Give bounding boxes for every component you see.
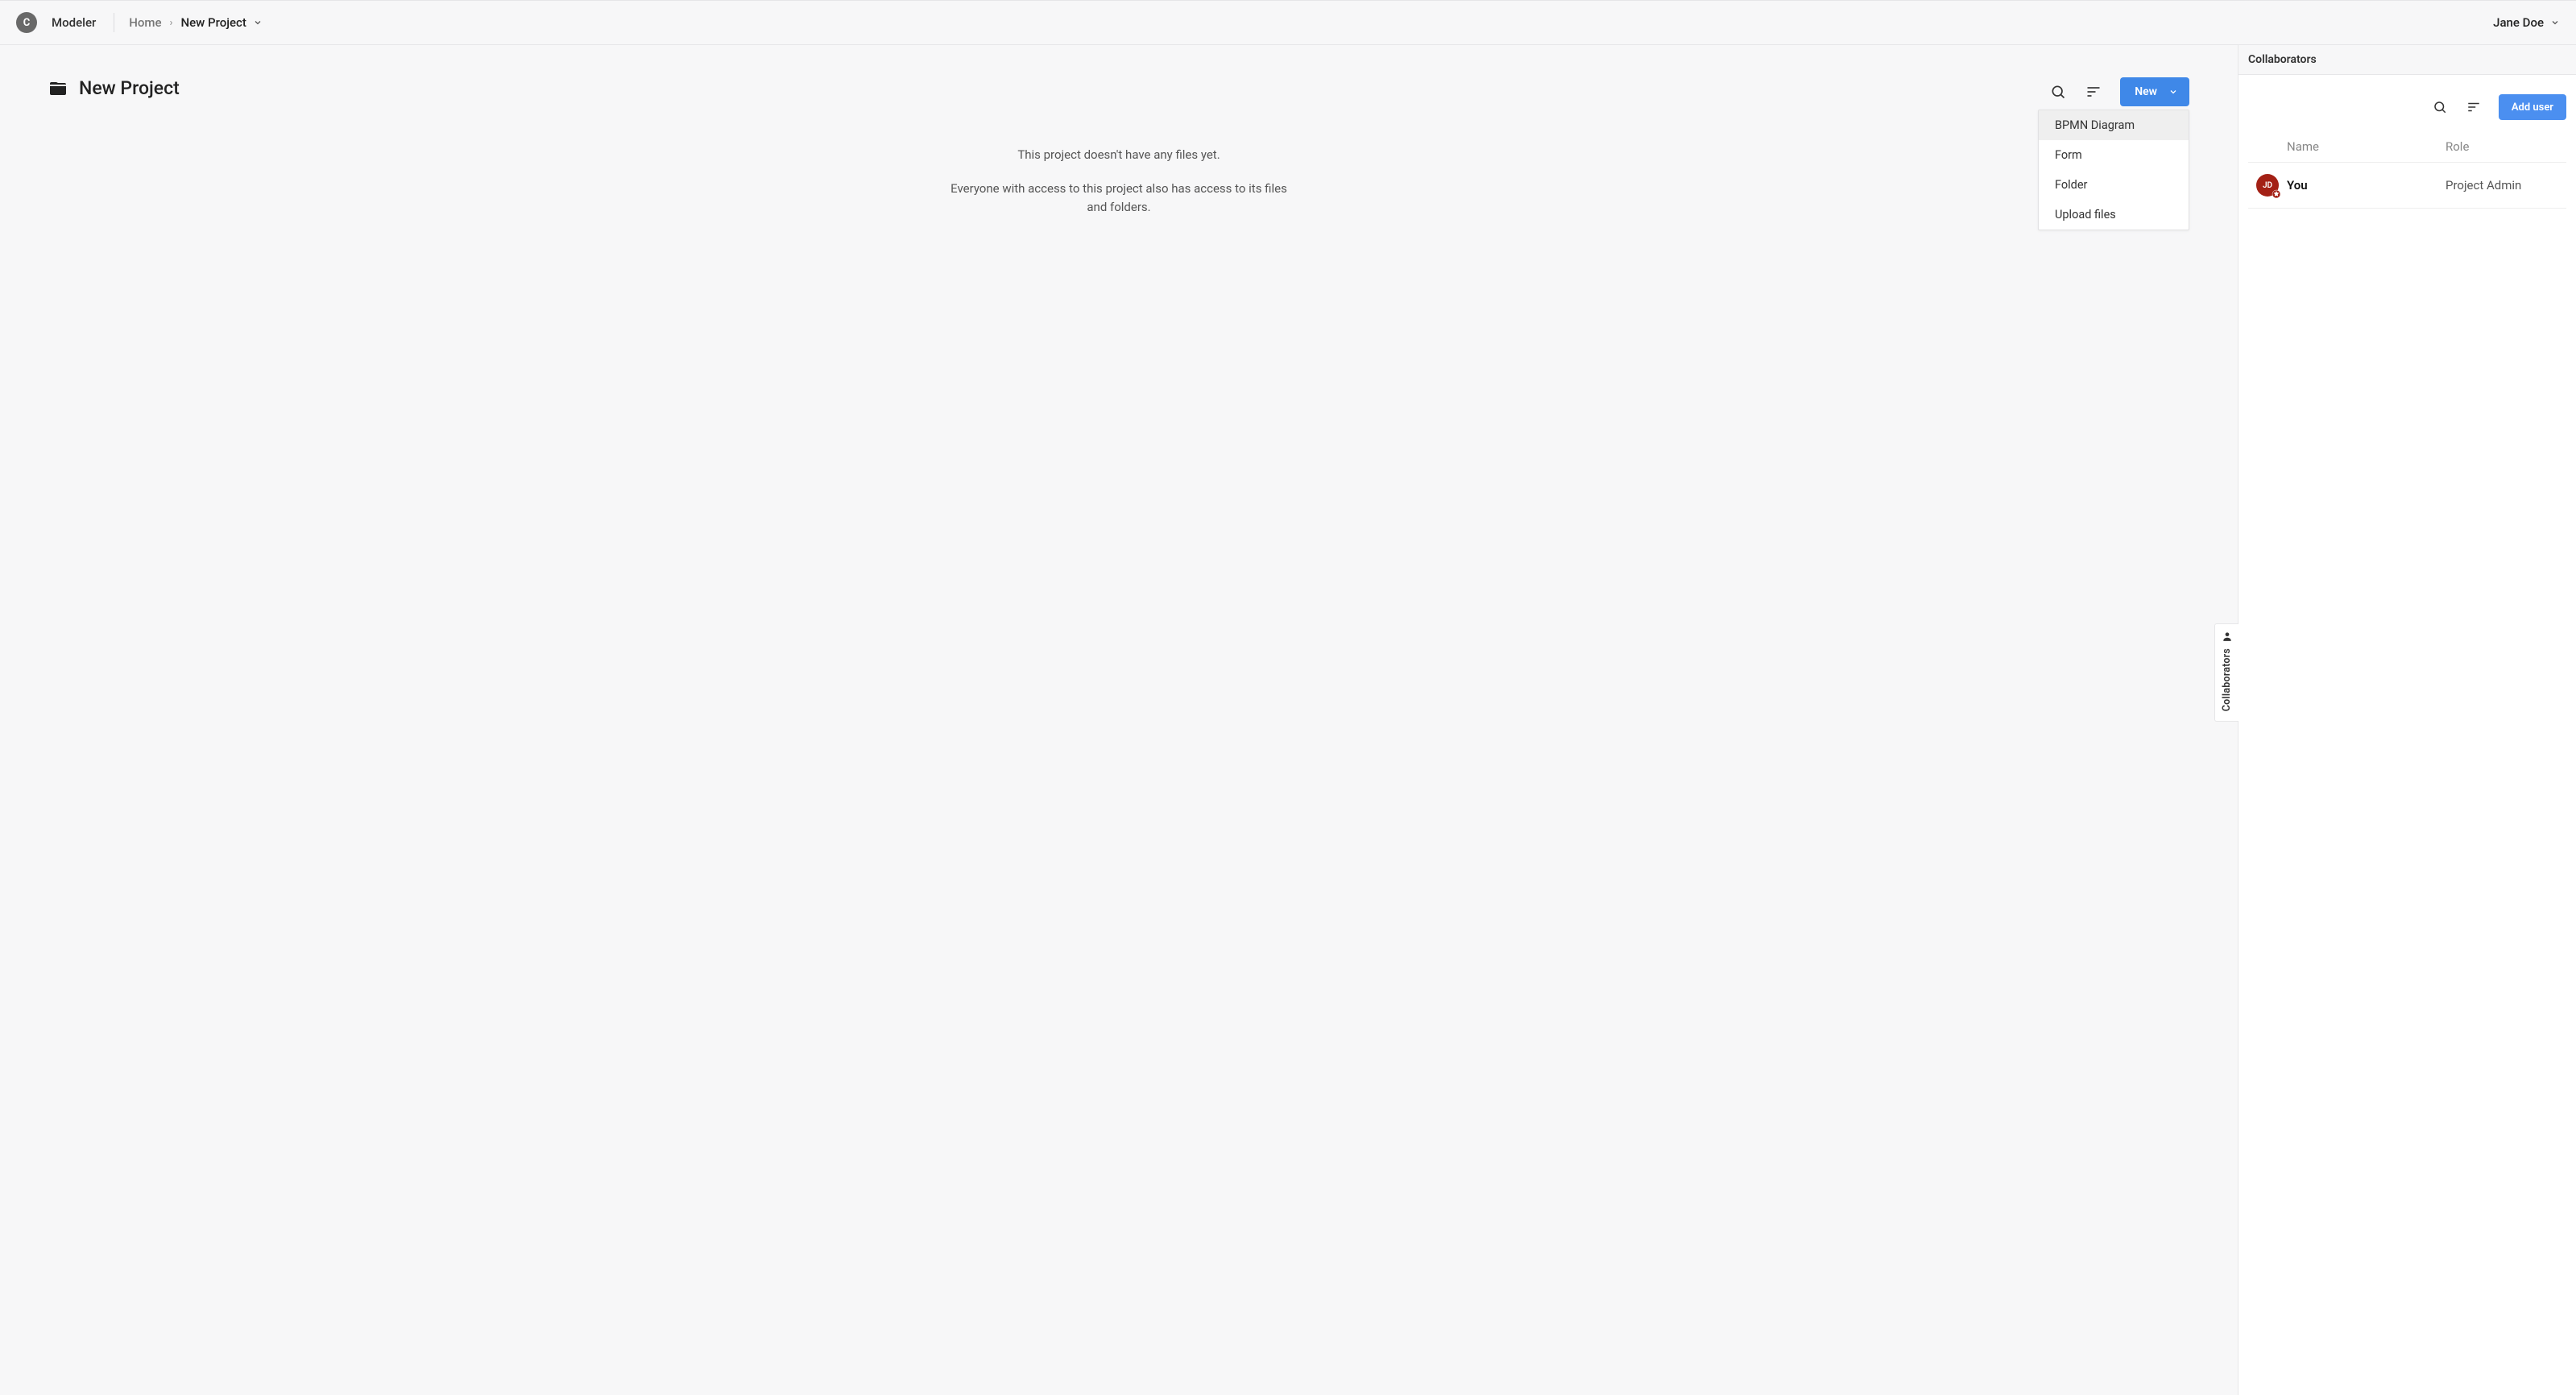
breadcrumb-home[interactable]: Home <box>129 15 161 30</box>
column-header-name: Name <box>2287 139 2446 154</box>
avatar: JD <box>2256 174 2279 197</box>
avatar-initials: JD <box>2263 181 2272 190</box>
collaborator-name: You <box>2287 178 2446 192</box>
add-user-label: Add user <box>2512 101 2553 114</box>
new-dropdown-item-upload[interactable]: Upload files <box>2039 200 2189 230</box>
dropdown-item-label: Form <box>2055 148 2082 162</box>
breadcrumb: Home › New Project <box>129 15 263 30</box>
empty-state: This project doesn't have any files yet.… <box>48 147 2189 216</box>
chevron-down-icon <box>253 18 263 27</box>
sort-button[interactable] <box>2085 83 2102 101</box>
new-dropdown-item-bpmn[interactable]: BPMN Diagram <box>2039 110 2189 140</box>
collab-sort-button[interactable] <box>2465 98 2483 116</box>
avatar-badge-icon <box>2272 189 2281 199</box>
dropdown-item-label: BPMN Diagram <box>2055 118 2135 132</box>
new-button-label: New <box>2135 85 2157 98</box>
collab-search-button[interactable] <box>2431 98 2449 116</box>
add-user-button[interactable]: Add user <box>2499 94 2566 120</box>
chevron-down-icon <box>2168 87 2178 97</box>
main-content: New Project New <box>0 45 2238 1395</box>
collaborators-pull-tab[interactable]: Collaborators <box>2214 623 2238 722</box>
search-icon <box>2050 84 2066 100</box>
empty-state-line1: This project doesn't have any files yet. <box>48 147 2189 162</box>
user-menu[interactable]: Jane Doe <box>2493 15 2560 30</box>
collaborators-panel: Collaborators Add user Name <box>2238 45 2576 1395</box>
app-name[interactable]: Modeler <box>52 15 96 30</box>
dropdown-item-label: Upload files <box>2055 208 2116 221</box>
breadcrumb-current-label: New Project <box>180 15 246 30</box>
page-title: New Project <box>79 77 180 99</box>
table-row: JD You Project Admin <box>2248 163 2566 209</box>
user-name: Jane Doe <box>2493 15 2544 30</box>
folder-icon <box>48 79 68 98</box>
collaborators-panel-title: Collaborators <box>2238 45 2576 75</box>
app-logo-letter: C <box>23 17 31 29</box>
topbar: C Modeler Home › New Project Jane Doe <box>0 0 2576 45</box>
new-dropdown: BPMN Diagram Form Folder Upload files <box>2038 110 2189 230</box>
new-button[interactable]: New <box>2120 77 2189 106</box>
sort-icon <box>2466 100 2481 114</box>
breadcrumb-separator-icon: › <box>170 17 173 29</box>
empty-state-line2: Everyone with access to this project als… <box>950 180 1288 216</box>
app-logo[interactable]: C <box>16 12 37 33</box>
sort-icon <box>2085 84 2102 100</box>
breadcrumb-current[interactable]: New Project <box>180 15 262 30</box>
collaborator-role: Project Admin <box>2446 178 2566 192</box>
search-icon <box>2433 100 2447 114</box>
pull-tab-label: Collaborators <box>2221 648 2233 711</box>
person-icon <box>2222 631 2233 642</box>
collaborators-table: Name Role JD You Project Admin <box>2238 133 2576 209</box>
project-toolbar: New <box>2049 77 2189 106</box>
project-header: New Project <box>48 77 2189 99</box>
new-dropdown-item-form[interactable]: Form <box>2039 140 2189 170</box>
search-button[interactable] <box>2049 83 2067 101</box>
collaborators-toolbar: Add user <box>2238 75 2576 133</box>
chevron-down-icon <box>2550 18 2560 27</box>
new-dropdown-item-folder[interactable]: Folder <box>2039 170 2189 200</box>
dropdown-item-label: Folder <box>2055 178 2087 192</box>
collaborators-table-head: Name Role <box>2248 133 2566 163</box>
column-header-role: Role <box>2446 139 2566 154</box>
